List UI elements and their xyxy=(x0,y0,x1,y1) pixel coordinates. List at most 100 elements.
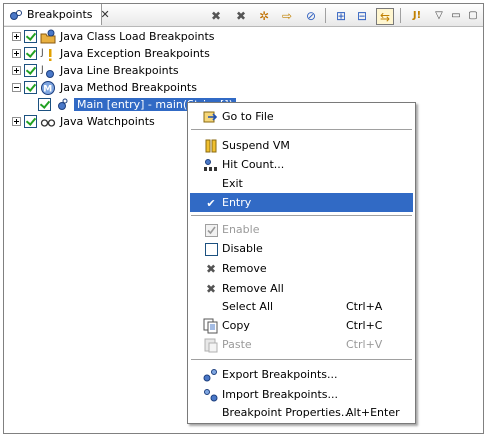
collapse-all-icon: ⊟ xyxy=(356,8,368,23)
tree-item-label: Java Class Load Breakpoints xyxy=(60,30,215,43)
tree-item-label: Java Exception Breakpoints xyxy=(60,47,210,60)
menu-item-disable[interactable]: Disable xyxy=(190,239,413,258)
menu-item-enable[interactable]: Enable xyxy=(190,220,413,239)
menu-item-accelerator: Alt+Enter xyxy=(346,406,400,419)
tree-item-label: Java Method Breakpoints xyxy=(60,81,197,94)
toolbar-separator xyxy=(325,8,326,23)
menu-item-breakpoint-properties[interactable]: Breakpoint Properties... Alt+Enter xyxy=(190,403,413,422)
maximize-button[interactable]: ▢ xyxy=(465,8,481,23)
maximize-icon: ▢ xyxy=(468,9,478,21)
tree-item-label: Java Line Breakpoints xyxy=(60,64,179,77)
menu-item-label: Enable xyxy=(222,223,260,236)
menu-separator xyxy=(191,129,412,130)
skip-all-breakpoints-button[interactable]: ⊘ xyxy=(303,8,319,23)
export-icon xyxy=(203,367,219,383)
close-icon[interactable]: ✕ xyxy=(101,9,110,20)
go-to-file-icon: ⇨ xyxy=(281,8,293,23)
toolbar-separator xyxy=(400,8,401,23)
link-with-debug-view-button[interactable]: ⇆ xyxy=(376,8,394,25)
menu-item-suspend-vm[interactable]: Suspend VM xyxy=(190,136,413,155)
view-titlebar: Breakpoints ✕ ✖ ✖ ✲ ⇨ ⊘ ⊞ ⊟ ⇆ J! ▽ ▭ ▢ xyxy=(4,4,483,27)
menu-item-accelerator: Ctrl+A xyxy=(346,300,383,313)
line-icon: J xyxy=(40,63,56,79)
menu-item-label: Import Breakpoints... xyxy=(222,388,338,401)
enabled-checkbox[interactable] xyxy=(38,98,51,111)
breakpoints-window: Breakpoints ✕ ✖ ✖ ✲ ⇨ ⊘ ⊞ ⊟ ⇆ J! ▽ ▭ ▢ J… xyxy=(0,0,487,437)
menu-item-entry[interactable]: ✔ Entry xyxy=(190,193,413,212)
collapse-icon[interactable] xyxy=(12,83,21,92)
copy-icon xyxy=(203,318,219,334)
menu-item-label: Hit Count... xyxy=(222,158,285,171)
tree-item-line[interactable]: J Java Line Breakpoints xyxy=(4,62,179,79)
tab-breakpoints[interactable]: Breakpoints ✕ xyxy=(4,4,110,25)
menu-item-export-breakpoints[interactable]: Export Breakpoints... xyxy=(190,365,413,384)
context-menu: Go to File Suspend VM Hit Count... Exit … xyxy=(187,102,416,424)
enabled-checkbox[interactable] xyxy=(24,47,37,60)
expand-icon[interactable] xyxy=(12,49,21,58)
menu-item-label: Copy xyxy=(222,319,250,332)
expand-icon[interactable] xyxy=(12,32,21,41)
menu-item-label: Paste xyxy=(222,338,252,351)
menu-separator xyxy=(191,215,412,216)
menu-item-label: Exit xyxy=(222,177,243,190)
tree-item-method[interactable]: M Java Method Breakpoints xyxy=(4,79,197,96)
go-to-file-toolbar-button[interactable]: ⇨ xyxy=(279,8,295,23)
exception-icon: J xyxy=(40,46,56,62)
svg-text:J: J xyxy=(40,48,44,58)
menu-item-label: Disable xyxy=(222,242,263,255)
add-exception-breakpoint-button[interactable]: J! xyxy=(409,8,425,23)
enabled-checkbox[interactable] xyxy=(24,64,37,77)
menu-item-label: Suspend VM xyxy=(222,139,290,152)
enabled-checkbox[interactable] xyxy=(24,81,37,94)
menu-item-label: Remove xyxy=(222,262,267,275)
menu-separator xyxy=(191,359,412,360)
svg-text:M: M xyxy=(43,84,52,94)
menu-item-go-to-file[interactable]: Go to File xyxy=(190,107,413,126)
watchpoint-icon xyxy=(40,114,56,130)
menu-item-exit[interactable]: Exit xyxy=(190,174,413,193)
skip-all-breakpoints-icon: ⊘ xyxy=(305,8,317,23)
menu-item-select-all[interactable]: Select All Ctrl+A xyxy=(190,297,413,316)
menu-item-remove[interactable]: ✖ Remove xyxy=(190,259,413,278)
class-load-icon xyxy=(40,29,56,45)
expand-icon[interactable] xyxy=(12,66,21,75)
enabled-checkbox[interactable] xyxy=(24,30,37,43)
menu-item-copy[interactable]: Copy Ctrl+C xyxy=(190,316,413,335)
menu-item-accelerator: Ctrl+V xyxy=(346,338,383,351)
menu-item-hit-count[interactable]: Hit Count... xyxy=(190,155,413,174)
add-java-exception-breakpoint-icon: J! xyxy=(412,9,422,21)
tree-item-watchpoints[interactable]: Java Watchpoints xyxy=(4,113,155,130)
menu-item-label: Select All xyxy=(222,300,274,313)
minimize-button[interactable]: ▭ xyxy=(448,8,464,23)
remove-icon: ✖ xyxy=(205,262,217,276)
remove-all-breakpoints-icon: ✖ xyxy=(235,8,247,23)
tree-item-label: Java Watchpoints xyxy=(60,115,155,128)
show-supported-breakpoints-button[interactable]: ✲ xyxy=(256,8,272,23)
show-breakpoints-supported-icon: ✲ xyxy=(258,8,270,23)
hit-count-icon xyxy=(203,157,219,173)
menu-item-label: Entry xyxy=(222,196,252,209)
tree-item-exception[interactable]: J Java Exception Breakpoints xyxy=(4,45,210,62)
method-breakpoint-icon xyxy=(54,97,70,113)
breakpoints-view-icon xyxy=(9,8,23,22)
menu-item-remove-all[interactable]: ✖ Remove All xyxy=(190,279,413,298)
enable-checkbox-icon xyxy=(203,222,219,238)
disable-checkbox-icon xyxy=(203,241,219,257)
expand-all-button[interactable]: ⊞ xyxy=(333,8,349,23)
tree-item-class-load[interactable]: Java Class Load Breakpoints xyxy=(4,28,215,45)
view-menu-button[interactable]: ▽ xyxy=(431,8,447,23)
remove-breakpoint-icon: ✖ xyxy=(210,8,222,23)
link-with-debug-view-icon: ⇆ xyxy=(379,9,391,24)
collapse-all-button[interactable]: ⊟ xyxy=(354,8,370,23)
enabled-checkbox[interactable] xyxy=(24,115,37,128)
menu-item-label: Go to File xyxy=(222,110,274,123)
menu-item-paste[interactable]: Paste Ctrl+V xyxy=(190,335,413,354)
menu-item-import-breakpoints[interactable]: Import Breakpoints... xyxy=(190,385,413,404)
remove-breakpoint-button[interactable]: ✖ xyxy=(208,8,224,23)
menu-item-label: Remove All xyxy=(222,282,284,295)
remove-all-icon: ✖ xyxy=(205,282,217,296)
expand-icon[interactable] xyxy=(12,117,21,126)
remove-all-breakpoints-button[interactable]: ✖ xyxy=(233,8,249,23)
suspend-vm-icon xyxy=(203,138,219,154)
method-icon: M xyxy=(40,80,56,96)
